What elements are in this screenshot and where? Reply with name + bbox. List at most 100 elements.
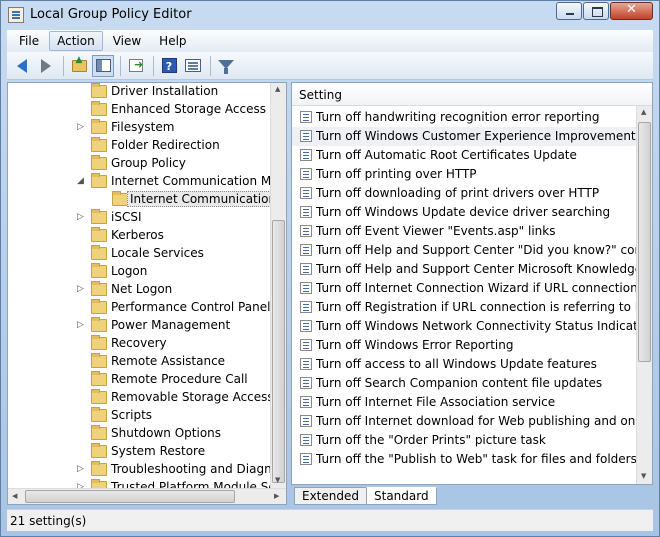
list-vertical-scrollbar[interactable]: ▲ ▼ — [636, 106, 652, 484]
folder-icon — [91, 299, 107, 314]
scroll-down-icon[interactable]: ▼ — [275, 476, 280, 484]
list-item[interactable]: Turn off printing over HTTP — [292, 165, 637, 184]
scroll-right-icon[interactable]: ▶ — [274, 492, 279, 500]
scroll-down-icon[interactable]: ▼ — [641, 472, 646, 480]
scroll-up-icon[interactable]: ▲ — [641, 108, 646, 116]
list-item[interactable]: Turn off Search Companion content file u… — [292, 374, 637, 393]
tree-item[interactable]: ▷ Net Logon — [8, 281, 271, 299]
filter-button[interactable] — [215, 55, 237, 77]
help-button[interactable]: ? — [158, 55, 180, 77]
back-button[interactable] — [11, 55, 33, 77]
tree-item-label: iSCSI — [111, 210, 142, 224]
tree-item[interactable]: ▷ iSCSI — [8, 209, 271, 227]
tree-item[interactable]: Performance Control Panel — [8, 299, 271, 317]
list-item[interactable]: Turn off Windows Error Reporting — [292, 336, 637, 355]
show-hide-tree-button[interactable] — [92, 54, 114, 77]
minimize-button[interactable] — [556, 2, 582, 20]
close-button[interactable]: ✕ — [610, 2, 653, 20]
tree-item-label: Folder Redirection — [111, 138, 220, 152]
policy-setting-icon — [300, 434, 312, 446]
tree-scroll-thumb[interactable] — [272, 220, 285, 483]
up-one-level-button[interactable] — [68, 55, 90, 77]
scroll-up-icon[interactable]: ▲ — [275, 85, 280, 93]
properties-button[interactable] — [182, 55, 204, 77]
policy-setting-icon — [300, 187, 312, 199]
tree-item[interactable]: Kerberos — [8, 227, 271, 245]
list-item[interactable]: Turn off Registration if URL connection … — [292, 298, 637, 317]
tree-item[interactable]: Remote Assistance — [8, 353, 271, 371]
tree-item[interactable]: Locale Services — [8, 245, 271, 263]
list-item[interactable]: Turn off Windows Network Connectivity St… — [292, 317, 637, 336]
maximize-button[interactable] — [583, 2, 609, 20]
tree-item[interactable]: System Restore — [8, 443, 271, 461]
close-icon: ✕ — [626, 2, 637, 17]
console-tree[interactable]: Driver Installation Enhanced Storage Acce… — [7, 82, 287, 505]
tree-item[interactable]: Group Policy — [8, 155, 271, 173]
list-item[interactable]: Turn off Internet Connection Wizard if U… — [292, 279, 637, 298]
list-item[interactable]: Turn off Event Viewer "Events.asp" links — [292, 222, 637, 241]
properties-icon — [185, 59, 201, 72]
tree-item[interactable]: Remote Procedure Call — [8, 371, 271, 389]
expander-icon[interactable]: ▷ — [77, 122, 86, 132]
expander-icon[interactable]: ▷ — [77, 284, 86, 294]
expander-icon[interactable]: ▷ — [77, 212, 86, 222]
list-item[interactable]: Turn off the "Publish to Web" task for f… — [292, 450, 637, 469]
tree-horizontal-scrollbar[interactable]: ◀ ▶ — [8, 488, 286, 504]
expander-icon[interactable]: ◢ — [77, 176, 86, 186]
column-header-setting[interactable]: Setting — [292, 83, 652, 106]
tree-item[interactable]: ▷ Power Management — [8, 317, 271, 335]
list-item[interactable]: Turn off access to all Windows Update fe… — [292, 355, 637, 374]
menu-action[interactable]: Action — [49, 31, 103, 51]
list-item[interactable]: Turn off Internet download for Web publi… — [292, 412, 637, 431]
tree-item[interactable]: Folder Redirection — [8, 137, 271, 155]
tree-item-label: Enhanced Storage Access — [111, 102, 267, 116]
toolbar-separator — [210, 55, 211, 76]
list-item[interactable]: Turn off the "Order Prints" picture task — [292, 431, 637, 450]
tree-item[interactable]: Recovery — [8, 335, 271, 353]
tree-item[interactable]: ◢ Internet Communication Man — [8, 173, 271, 191]
list-item[interactable]: Turn off Windows Update device driver se… — [292, 203, 637, 222]
menu-file[interactable]: File — [11, 31, 47, 51]
tree-item[interactable]: Shutdown Options — [8, 425, 271, 443]
tree-item[interactable]: ▷ Troubleshooting and Diagnost — [8, 461, 271, 479]
title-bar[interactable]: Local Group Policy Editor ✕ — [1, 1, 659, 29]
tree-item[interactable]: Enhanced Storage Access — [8, 101, 271, 119]
tree-item[interactable]: ▷ Filesystem — [8, 119, 271, 137]
policy-setting-icon — [300, 206, 312, 218]
tab-standard[interactable]: Standard — [366, 487, 437, 505]
tab-extended[interactable]: Extended — [294, 487, 367, 505]
export-list-button[interactable] — [125, 55, 147, 77]
list-item[interactable]: Turn off Help and Support Center "Did yo… — [292, 241, 637, 260]
list-scroll-thumb[interactable] — [638, 122, 651, 362]
toolbar: ? — [7, 52, 653, 80]
list-item[interactable]: Turn off Windows Customer Experience Imp… — [292, 127, 637, 146]
tree-item[interactable]: Removable Storage Access — [8, 389, 271, 407]
policy-setting-icon — [300, 358, 312, 370]
setting-name: Turn off printing over HTTP — [316, 167, 477, 181]
list-item[interactable]: Turn off Help and Support Center Microso… — [292, 260, 637, 279]
list-item[interactable]: Turn off downloading of print drivers ov… — [292, 184, 637, 203]
policy-setting-icon — [300, 111, 312, 123]
tree-item-label: Remote Assistance — [111, 354, 226, 368]
menu-view[interactable]: View — [105, 31, 149, 51]
policy-setting-icon — [300, 225, 312, 237]
tree-vertical-scrollbar[interactable]: ▲ ▼ — [270, 83, 286, 488]
menu-help[interactable]: Help — [151, 31, 194, 51]
folder-icon — [91, 119, 107, 134]
tree-item[interactable]: Internet Communication s — [8, 191, 271, 209]
tree-item[interactable]: Logon — [8, 263, 271, 281]
back-icon — [17, 58, 27, 73]
forward-button[interactable] — [35, 55, 57, 77]
list-item[interactable]: Turn off handwriting recognition error r… — [292, 108, 637, 127]
settings-list-pane[interactable]: Setting Turn off handwriting recognition… — [291, 82, 653, 485]
tree-item[interactable]: Scripts — [8, 407, 271, 425]
scroll-left-icon[interactable]: ◀ — [12, 492, 17, 500]
expander-icon[interactable]: ▷ — [77, 464, 86, 474]
tree-item[interactable]: Driver Installation — [8, 83, 271, 101]
expander-icon[interactable]: ▷ — [77, 320, 86, 330]
list-item[interactable]: Turn off Automatic Root Certificates Upd… — [292, 146, 637, 165]
tree-hscroll-thumb[interactable] — [25, 490, 235, 503]
toolbar-separator — [63, 55, 64, 76]
policy-setting-icon — [300, 168, 312, 180]
list-item[interactable]: Turn off Internet File Association servi… — [292, 393, 637, 412]
